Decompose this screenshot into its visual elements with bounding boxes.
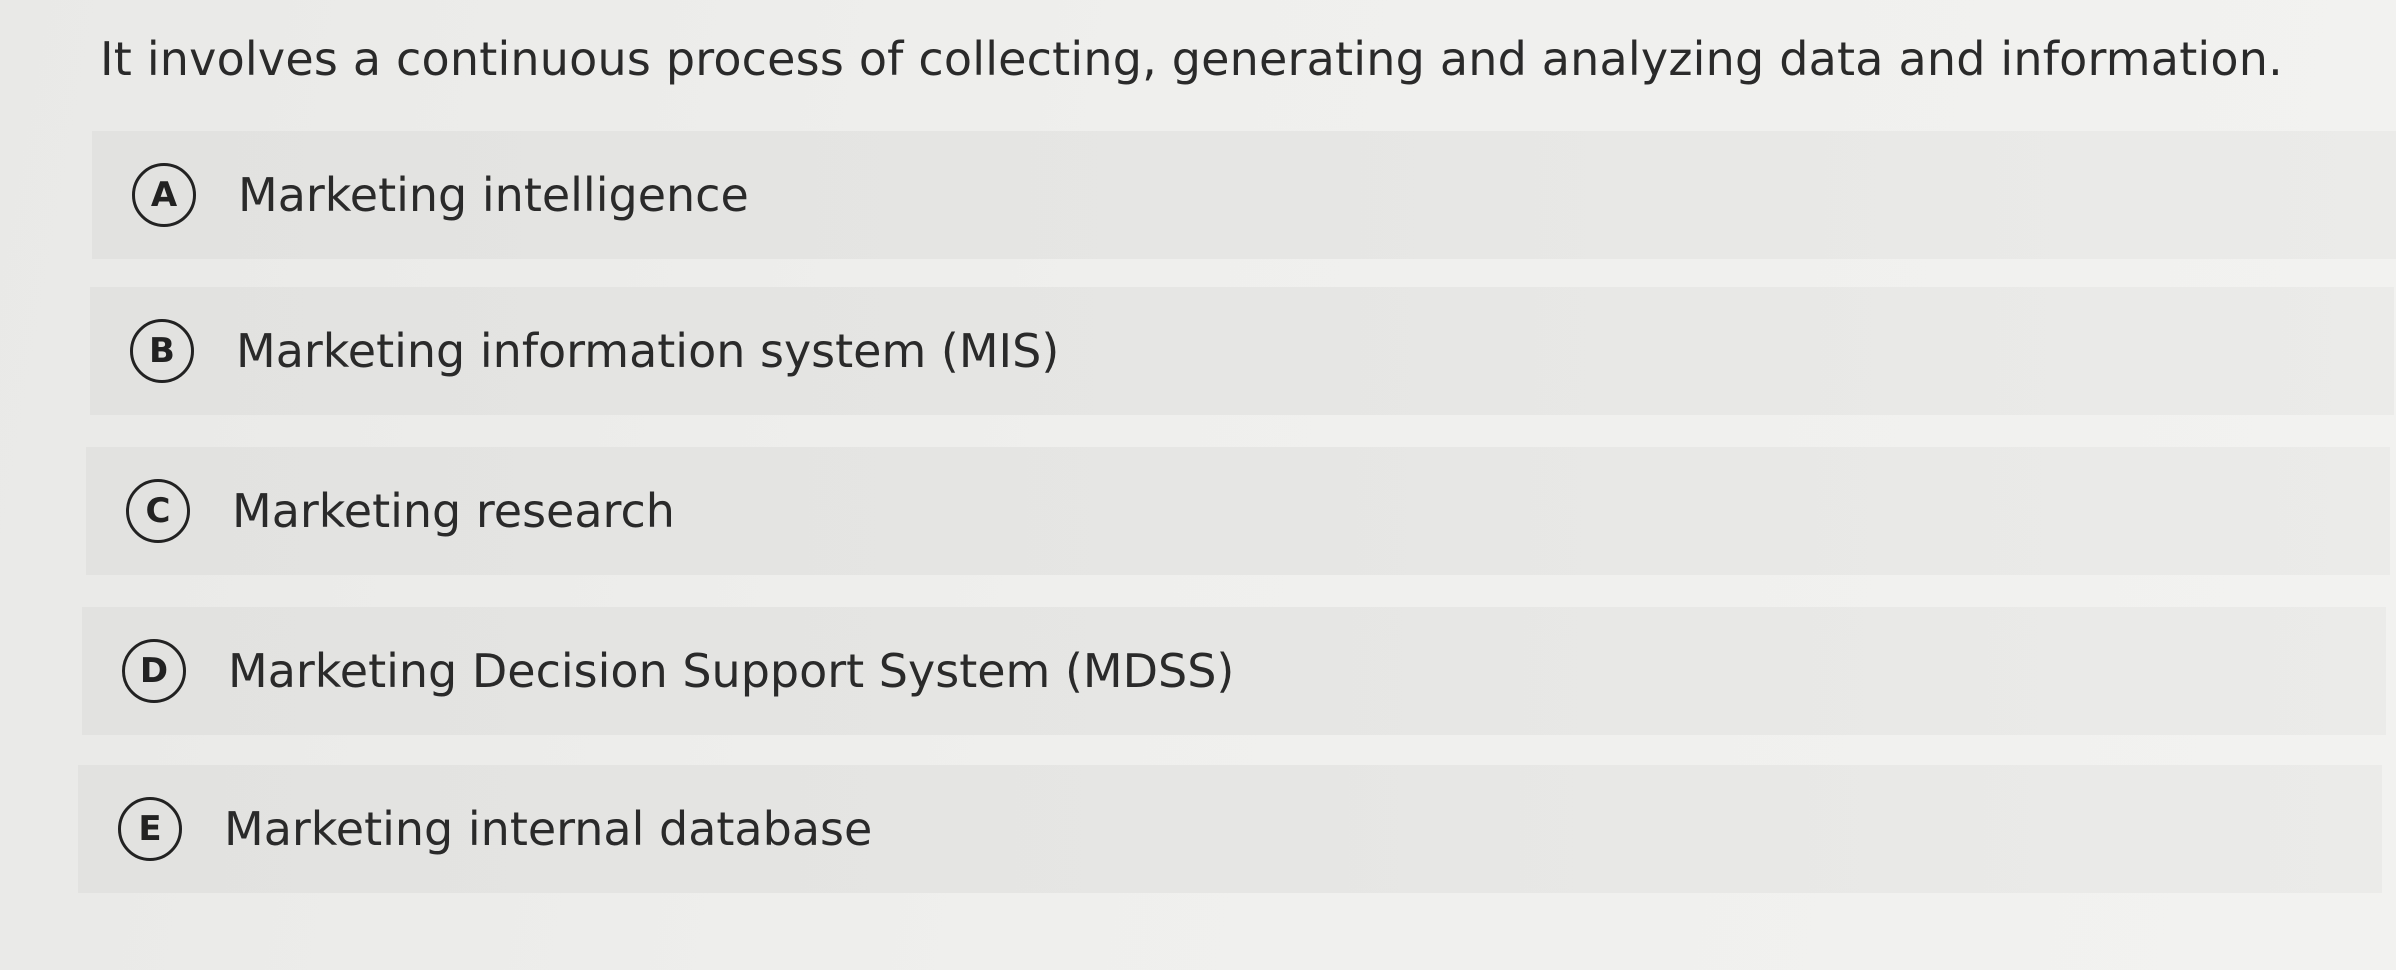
option-e[interactable]: E Marketing internal database	[78, 765, 2382, 893]
option-a[interactable]: A Marketing intelligence	[92, 131, 2396, 259]
option-d[interactable]: D Marketing Decision Support System (MDS…	[82, 607, 2386, 735]
option-label-c: Marketing research	[232, 484, 675, 538]
option-letter-a: A	[132, 163, 196, 227]
option-c[interactable]: C Marketing research	[86, 447, 2390, 575]
option-b[interactable]: B Marketing information system (MIS)	[90, 287, 2394, 415]
option-letter-c: C	[126, 479, 190, 543]
option-label-d: Marketing Decision Support System (MDSS)	[228, 644, 1235, 698]
option-letter-d: D	[122, 639, 186, 703]
option-letter-e: E	[118, 797, 182, 861]
option-letter-b: B	[130, 319, 194, 383]
option-label-e: Marketing internal database	[224, 802, 873, 856]
option-label-a: Marketing intelligence	[238, 168, 749, 222]
option-label-b: Marketing information system (MIS)	[236, 324, 1060, 378]
answer-options: A Marketing intelligence B Marketing inf…	[0, 0, 2396, 970]
